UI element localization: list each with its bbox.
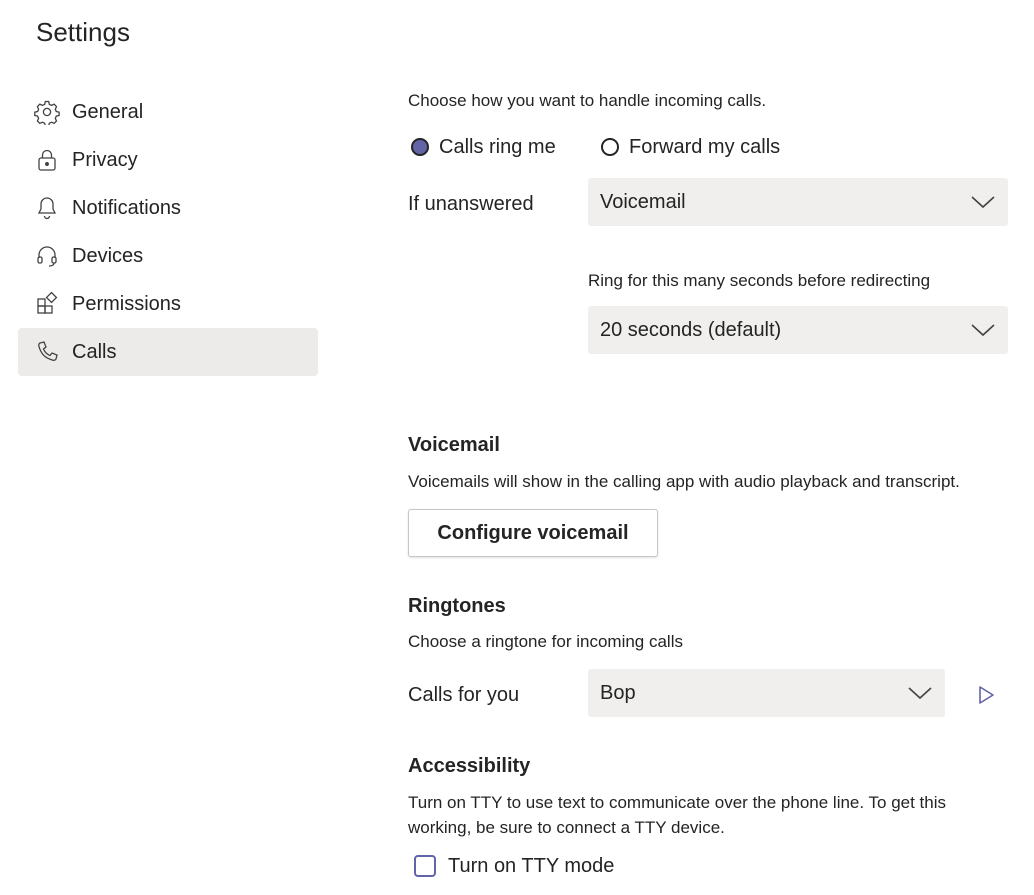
tty-mode-checkbox[interactable]: Turn on TTY mode	[414, 853, 614, 879]
phone-icon	[34, 338, 62, 366]
accessibility-heading: Accessibility	[408, 755, 531, 777]
radio-label: Calls ring me	[439, 136, 556, 158]
headset-icon	[34, 242, 62, 270]
sidebar-item-permissions[interactable]: Permissions	[18, 280, 318, 328]
voicemail-heading: Voicemail	[408, 434, 500, 456]
sidebar-item-privacy[interactable]: Privacy	[18, 136, 318, 184]
ring-seconds-dropdown[interactable]: 20 seconds (default)	[588, 306, 1008, 354]
apps-icon	[34, 290, 62, 318]
sidebar-item-notifications[interactable]: Notifications	[18, 184, 318, 232]
radio-unchecked-icon	[601, 138, 619, 156]
ringtones-description: Choose a ringtone for incoming calls	[408, 632, 683, 651]
sidebar-item-label: Permissions	[72, 292, 181, 315]
if-unanswered-label: If unanswered	[408, 193, 534, 215]
chevron-down-icon	[971, 324, 995, 337]
chevron-down-icon	[971, 196, 995, 209]
ringtones-heading: Ringtones	[408, 595, 506, 617]
page-title: Settings	[36, 17, 130, 47]
dropdown-value: Bop	[600, 682, 636, 704]
radio-calls-ring-me[interactable]: Calls ring me	[411, 134, 556, 160]
if-unanswered-dropdown[interactable]: Voicemail	[588, 178, 1008, 226]
sidebar-item-label: Calls	[72, 340, 117, 363]
calls-for-you-label: Calls for you	[408, 684, 520, 706]
sidebar-item-general[interactable]: General	[18, 88, 318, 136]
ring-seconds-label: Ring for this many seconds before redire…	[588, 271, 931, 290]
configure-voicemail-button[interactable]: Configure voicemail	[408, 509, 658, 557]
chevron-down-icon	[908, 687, 932, 700]
accessibility-description-line2: working, be sure to connect a TTY device…	[408, 818, 725, 837]
lock-icon	[34, 146, 62, 174]
voicemail-description: Voicemails will show in the calling app …	[408, 472, 960, 491]
play-icon	[979, 686, 994, 704]
gear-icon	[34, 98, 62, 126]
bell-icon	[34, 194, 62, 222]
dropdown-value: 20 seconds (default)	[600, 319, 782, 341]
sidebar-item-label: Notifications	[72, 196, 181, 219]
radio-label: Forward my calls	[629, 136, 781, 158]
sidebar-item-label: Privacy	[72, 148, 138, 171]
checkbox-unchecked-icon	[414, 855, 436, 877]
calls-intro: Choose how you want to handle incoming c…	[408, 91, 767, 110]
sidebar-item-label: Devices	[72, 244, 144, 267]
sidebar-item-devices[interactable]: Devices	[18, 232, 318, 280]
radio-forward-my-calls[interactable]: Forward my calls	[601, 134, 780, 160]
accessibility-description-line1: Turn on TTY to use text to communicate o…	[408, 793, 947, 812]
tty-mode-label: Turn on TTY mode	[448, 855, 615, 877]
sidebar-item-label: General	[72, 100, 144, 123]
dropdown-value: Voicemail	[600, 191, 686, 213]
radio-checked-icon	[411, 138, 429, 156]
ringtone-dropdown[interactable]: Bop	[588, 669, 945, 717]
play-ringtone-button[interactable]	[975, 684, 997, 706]
sidebar-item-calls[interactable]: Calls	[18, 328, 318, 376]
